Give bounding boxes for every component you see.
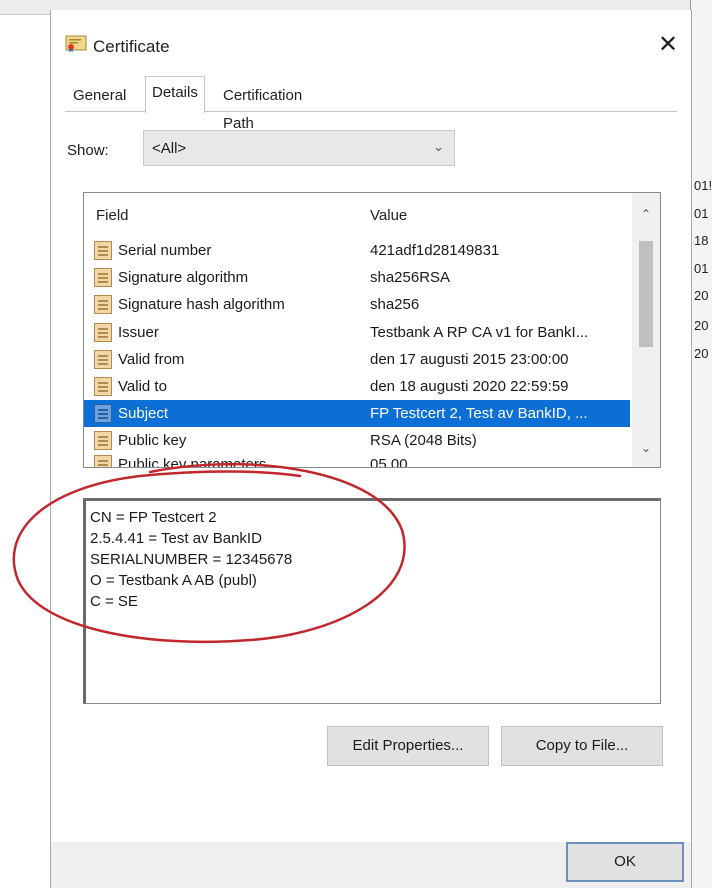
field-icon — [94, 295, 112, 315]
field-name: Signature hash algorithm — [118, 296, 285, 314]
detail-line: SERIALNUMBER = 12345678 — [90, 551, 293, 568]
field-icon — [94, 431, 112, 451]
field-row-issuer[interactable]: Issuer Testbank A RP CA v1 for BankI... — [84, 319, 630, 346]
field-row-subject[interactable]: Subject FP Testcert 2, Test av BankID, .… — [84, 400, 630, 428]
background-row: 20 — [694, 318, 709, 333]
detail-line: O = Testbank A AB (publ) — [90, 572, 257, 589]
edit-properties-button[interactable]: Edit Properties... — [327, 726, 489, 766]
field-row-signature-hash-algorithm[interactable]: Signature hash algorithm sha256 — [84, 291, 630, 318]
show-label: Show: — [67, 142, 109, 159]
close-button[interactable]: ✕ — [651, 30, 685, 60]
field-rows: Serial number 421adf1d28149831 Signature… — [84, 237, 630, 468]
show-dropdown-value: <All> — [152, 140, 187, 157]
field-row-valid-to[interactable]: Valid to den 18 augusti 2020 22:59:59 — [84, 373, 630, 400]
field-icon — [94, 349, 112, 369]
background-row: 01! — [694, 178, 712, 193]
field-value: sha256RSA — [370, 269, 451, 287]
background-row: 01 — [694, 206, 709, 221]
background-row: 20 — [694, 288, 709, 303]
field-icon — [94, 241, 112, 260]
ok-button[interactable]: OK — [566, 842, 684, 882]
scrollbar-thumb[interactable] — [639, 241, 653, 347]
field-icon — [94, 404, 112, 424]
field-icon — [94, 268, 112, 288]
field-detail-textbox[interactable]: CN = FP Testcert 2 2.5.4.41 = Test av Ba… — [83, 498, 661, 704]
certificate-icon — [65, 35, 87, 52]
field-row-valid-from[interactable]: Valid from den 17 augusti 2015 23:00:00 — [84, 346, 630, 373]
field-name: Issuer — [118, 323, 159, 341]
field-row-signature-algorithm[interactable]: Signature algorithm sha256RSA — [84, 264, 630, 291]
field-value: sha256 — [370, 296, 420, 314]
detail-line: CN = FP Testcert 2 — [90, 509, 217, 526]
background-row: 18 — [694, 233, 709, 248]
field-name: Public key parameters — [118, 455, 267, 468]
show-dropdown[interactable]: <All> ⌄ — [143, 130, 455, 166]
background-row: 01 — [694, 261, 709, 276]
background-window: 01! 01 18 01 20 20 20 — [690, 0, 712, 888]
field-value: Testbank A RP CA v1 for BankI... — [370, 323, 589, 341]
vertical-scrollbar[interactable]: ⌃ ⌄ — [632, 193, 660, 467]
copy-to-file-button[interactable]: Copy to File... — [501, 726, 663, 766]
field-value: 05 00 — [370, 455, 408, 468]
field-value: FP Testcert 2, Test av BankID, ... — [370, 405, 588, 423]
field-icon — [94, 322, 112, 342]
scroll-down-icon[interactable]: ⌄ — [632, 441, 660, 465]
field-name: Public key — [118, 432, 187, 450]
field-icon — [94, 376, 112, 396]
tab-details[interactable]: Details — [145, 76, 205, 113]
field-row-serial-number[interactable]: Serial number 421adf1d28149831 — [84, 237, 630, 264]
dialog-title: Certificate — [93, 37, 170, 56]
field-value: den 17 augusti 2015 23:00:00 — [370, 350, 569, 368]
column-header-field[interactable]: Field — [96, 207, 129, 224]
field-row-public-key-parameters[interactable]: Public key parameters 05 00 — [84, 451, 630, 468]
field-value: RSA (2048 Bits) — [370, 432, 477, 450]
field-list[interactable]: Field Value Serial number 421adf1d281498… — [83, 192, 661, 468]
field-name: Valid to — [118, 377, 167, 395]
title-bar: Certificate ✕ — [51, 20, 691, 60]
tab-general[interactable]: General — [67, 82, 132, 110]
field-name: Subject — [118, 405, 169, 423]
scroll-up-icon[interactable]: ⌃ — [632, 207, 660, 231]
certificate-dialog: Certificate ✕ General Details Certificat… — [50, 10, 692, 888]
field-name: Valid from — [118, 350, 185, 368]
field-icon — [94, 454, 112, 467]
detail-line: C = SE — [90, 593, 138, 610]
field-name: Signature algorithm — [118, 269, 249, 287]
column-header-value[interactable]: Value — [370, 207, 407, 224]
background-row: 20 — [694, 346, 709, 361]
field-value: 421adf1d28149831 — [370, 242, 500, 259]
detail-line: 2.5.4.41 = Test av BankID — [90, 530, 262, 547]
tab-certification-path[interactable]: Certification Path — [217, 82, 308, 132]
chevron-down-icon: ⌄ — [433, 139, 444, 154]
field-value: den 18 augusti 2020 22:59:59 — [370, 377, 569, 395]
field-name: Serial number — [118, 242, 212, 259]
